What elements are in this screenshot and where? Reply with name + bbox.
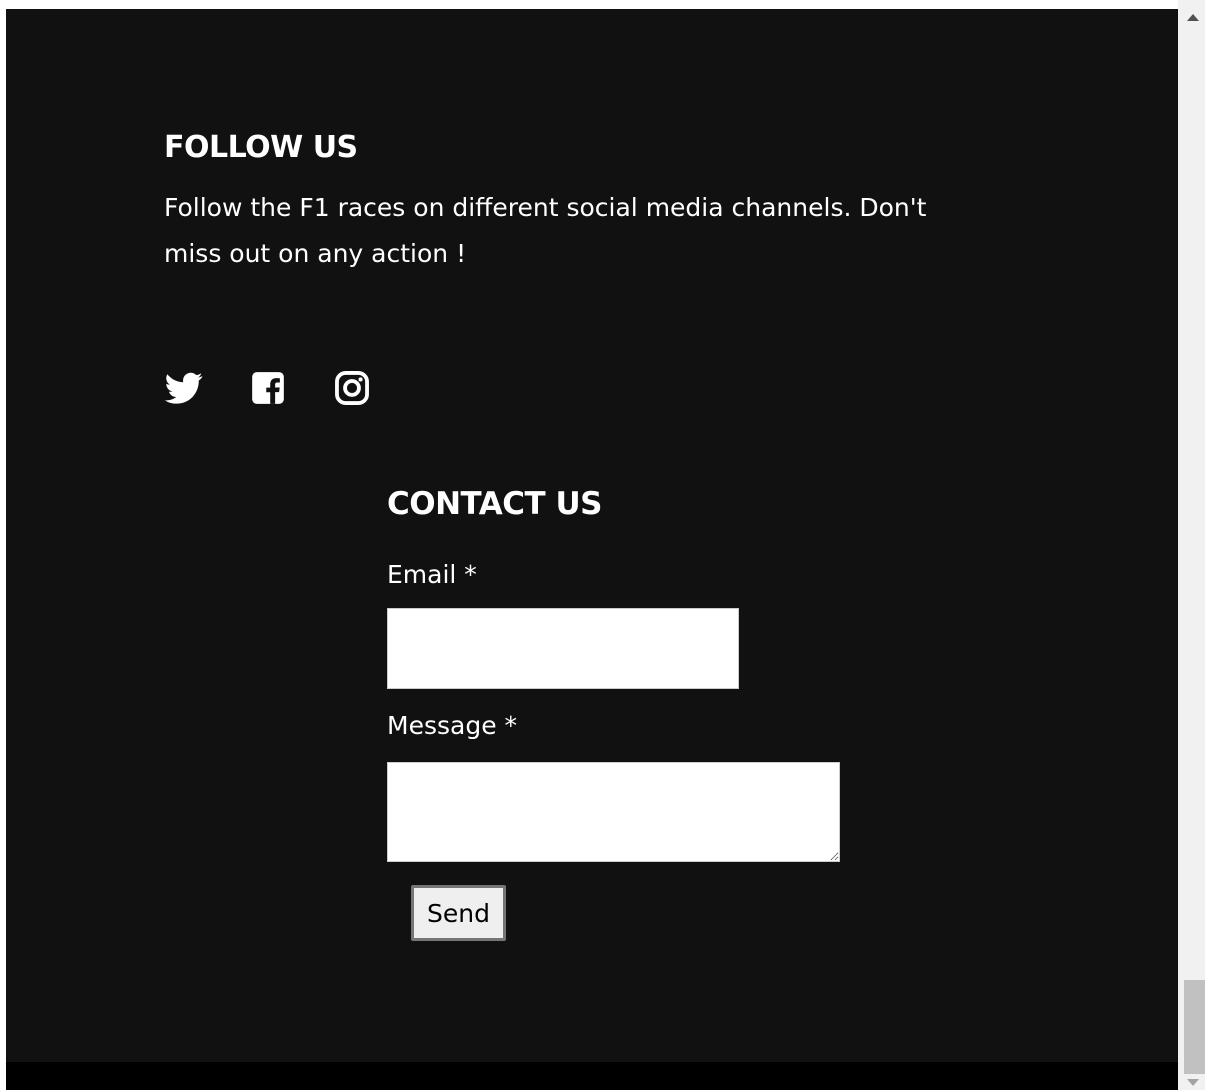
follow-description: Follow the F1 races on different social …: [164, 193, 927, 268]
email-label: Email *: [387, 560, 477, 589]
instagram-link[interactable]: [332, 369, 372, 407]
vertical-scrollbar[interactable]: [1178, 0, 1205, 1090]
contact-title: CONTACT US: [387, 486, 602, 522]
message-label: Message *: [387, 711, 518, 740]
send-button[interactable]: Send: [411, 885, 506, 941]
page-background: FOLLOW US Follow the F1 races on differe…: [6, 9, 1178, 1090]
facebook-icon: [252, 372, 284, 404]
follow-title: FOLLOW US: [164, 130, 358, 165]
email-input[interactable]: [387, 608, 739, 689]
footer-bar: [6, 1062, 1178, 1090]
scroll-down-arrow-icon[interactable]: [1187, 1079, 1199, 1086]
scrollbar-thumb[interactable]: [1184, 980, 1205, 1074]
instagram-icon: [335, 371, 369, 405]
twitter-icon: [164, 372, 203, 404]
contact-section: CONTACT US Email * Message * Send: [387, 483, 867, 941]
social-links: [164, 369, 372, 407]
message-textarea[interactable]: [387, 762, 840, 862]
facebook-link[interactable]: [248, 369, 288, 407]
follow-section: FOLLOW US Follow the F1 races on differe…: [164, 129, 984, 277]
twitter-link[interactable]: [164, 369, 204, 407]
scroll-up-arrow-icon[interactable]: [1187, 14, 1199, 21]
